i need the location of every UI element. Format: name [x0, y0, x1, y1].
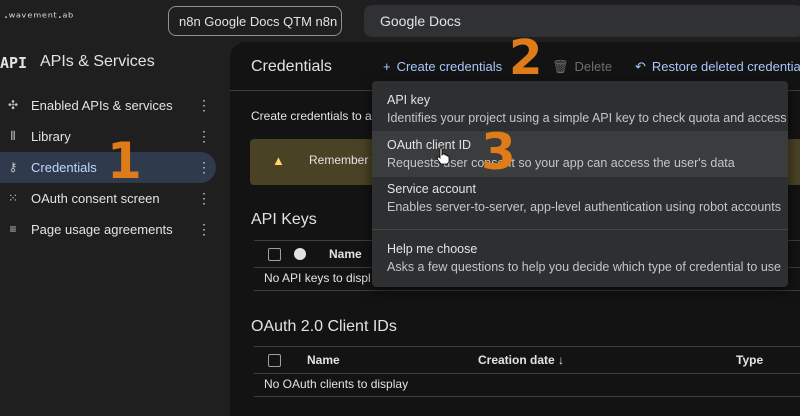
plus-icon: + [383, 59, 391, 74]
menu-item-service-account[interactable]: Service account Enables server-to-server… [372, 182, 788, 218]
delete-label: Delete [574, 59, 613, 74]
sidebar: API APIs & Services ✣ Enabled APIs & ser… [0, 42, 224, 416]
more-vert-icon[interactable]: ⋮ [197, 159, 211, 175]
menu-divider [372, 229, 788, 230]
step-annotation-1: 1 [107, 132, 142, 190]
more-vert-icon[interactable]: ⋮ [197, 128, 211, 144]
restore-deleted-button[interactable]: ↶ Restore deleted credentia [635, 59, 800, 75]
warning-text: Remember t [309, 153, 376, 167]
step-annotation-2: 2 [509, 30, 543, 86]
delete-button[interactable]: 🗑 Delete [552, 59, 612, 75]
hand-cursor-icon [436, 147, 450, 165]
menu-item-title: OAuth client ID [387, 138, 472, 152]
column-name[interactable]: Name [329, 247, 362, 261]
settings-list-icon: ≡ [9, 222, 17, 236]
menu-item-description: Identifies your project using a simple A… [387, 111, 787, 125]
sidebar-item-label: Page usage agreements [31, 222, 173, 237]
warning-icon: ▲ [272, 153, 285, 168]
trash-icon: 🗑 [552, 59, 569, 74]
sidebar-item-label: Credentials [31, 160, 97, 175]
sidebar-title: APIs & Services [40, 53, 155, 70]
column-name[interactable]: Name [307, 353, 340, 367]
select-all-checkbox[interactable] [268, 354, 281, 367]
creation-date-label: Creation date [478, 353, 555, 367]
restore-icon: ↶ [635, 59, 646, 74]
sort-arrow-down-icon: ↓ [558, 353, 565, 367]
table-row-divider [254, 396, 800, 397]
key-icon: ⚷ [8, 160, 18, 174]
oauth-clients-title: OAuth 2.0 Client IDs [251, 318, 397, 335]
column-type[interactable]: Type [736, 353, 763, 367]
menu-item-description: Enables server-to-server, app-level auth… [387, 200, 781, 214]
sidebar-item-label: Enabled APIs & services [31, 98, 173, 113]
sidebar-item-enabled-apis[interactable]: ✣ Enabled APIs & services ⋮ [0, 90, 216, 121]
create-credentials-label: Create credentials [396, 59, 503, 74]
more-vert-icon[interactable]: ⋮ [197, 190, 211, 206]
menu-item-title: API key [387, 93, 431, 107]
sidebar-header: API APIs & Services [0, 50, 224, 78]
more-vert-icon[interactable]: ⋮ [197, 221, 211, 237]
page-description: Create credentials to a [251, 109, 372, 123]
top-bar: ·ʷᵃᵛᵉᵐᵉⁿᵗ·ᵃᵇ n8n Google Docs QTM n8n Goo… [0, 0, 800, 42]
api-keys-title: API Keys [251, 211, 317, 228]
menu-item-description: Asks a few questions to help you decide … [387, 260, 781, 274]
more-vert-icon[interactable]: ⋮ [197, 97, 211, 113]
sidebar-item-page-usage[interactable]: ≡ Page usage agreements ⋮ [0, 214, 216, 245]
menu-item-api-key[interactable]: API key Identifies your project using a … [372, 93, 788, 129]
consent-icon: ⁙ [7, 191, 19, 205]
restore-label: Restore deleted credentia [651, 59, 800, 74]
search-input[interactable]: Google Docs [364, 5, 800, 37]
create-credentials-menu: API key Identifies your project using a … [372, 81, 788, 287]
status-dot-icon [294, 248, 306, 260]
create-credentials-button[interactable]: + Create credentials [383, 59, 502, 74]
api-logo-icon: API [0, 54, 28, 72]
oauth-empty-message: No OAuth clients to display [264, 377, 409, 391]
console-logo[interactable]: ·ʷᵃᵛᵉᵐᵉⁿᵗ·ᵃᵇ [4, 11, 74, 26]
apis-icon: ✣ [7, 98, 19, 112]
sidebar-item-label: OAuth consent screen [31, 191, 160, 206]
page-title: Credentials [251, 58, 332, 75]
project-selector[interactable]: n8n Google Docs QTM n8n [168, 6, 342, 36]
step-annotation-3: 3 [481, 123, 516, 181]
menu-item-title: Help me choose [387, 242, 478, 256]
table-row-divider [254, 290, 800, 291]
menu-item-oauth-client-id[interactable]: OAuth client ID Requests user consent so… [372, 131, 788, 177]
oauth-table-header: Name Creation date ↓ Type [254, 346, 800, 374]
menu-item-help-me-choose[interactable]: Help me choose Asks a few questions to h… [372, 242, 788, 278]
api-keys-empty-message: No API keys to displ [264, 271, 371, 285]
sidebar-item-label: Library [31, 129, 71, 144]
select-all-checkbox[interactable] [268, 248, 281, 261]
menu-item-title: Service account [387, 182, 476, 196]
library-icon: ⫴ [10, 129, 16, 143]
column-creation-date[interactable]: Creation date ↓ [478, 353, 564, 367]
